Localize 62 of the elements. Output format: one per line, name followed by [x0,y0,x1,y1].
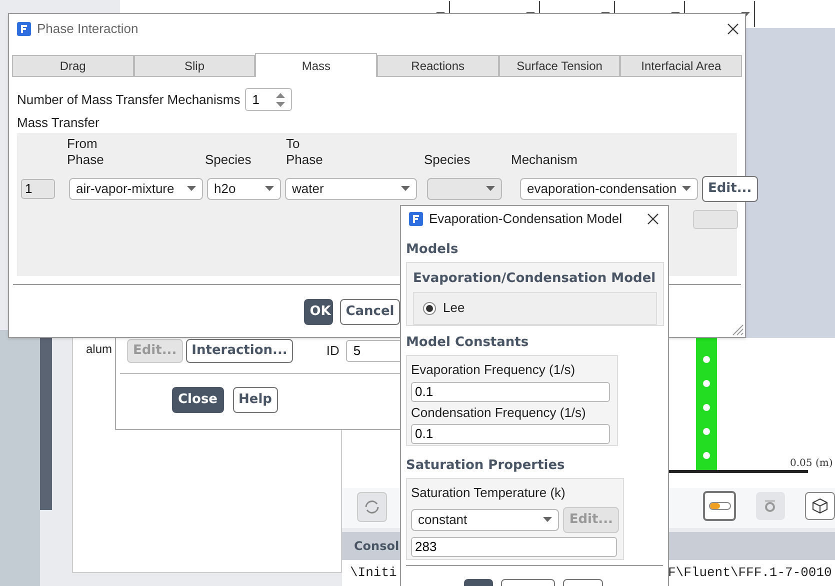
console-text: F\Fluent\FFF.1-7-0010 [668,564,832,582]
tab[interactable]: Drag [12,55,134,77]
radio-button[interactable] [423,302,436,314]
window-title: Phase Interaction [37,20,138,38]
tree-item[interactable]: alum [86,340,112,358]
dropdown[interactable]: water [285,178,417,200]
caret-icon [265,186,274,191]
input-field[interactable]: 283 [411,536,617,557]
slider-icon [708,502,730,510]
caret-icon [543,517,552,522]
app-logo-icon [17,22,31,36]
radio-option[interactable]: Lee [423,298,465,318]
column-header: From Phase [67,136,104,168]
row-index: 1 [21,178,55,198]
tab[interactable]: Interfacial Area [620,55,742,77]
column-header: Species [205,152,252,168]
refresh-button[interactable] [357,492,387,522]
column-header: Species [424,152,470,168]
section-heading: Model Constants [406,334,529,352]
dropdown[interactable]: constant [411,508,560,531]
close-icon[interactable] [647,212,659,225]
field-label: Evaporation Frequency (1/s) [411,361,576,379]
edit-button[interactable]: Edit... [702,176,758,202]
cube-icon [812,498,828,514]
section-heading: Models [406,240,458,258]
input-field[interactable]: 0.1 [411,424,610,444]
column-header: Mechanism [511,152,578,168]
app-logo-icon [409,212,423,226]
section-heading: Saturation Properties [406,456,565,475]
dropdown[interactable]: h2o [207,178,281,200]
tab[interactable]: Slip [134,55,256,77]
tab[interactable]: Mass [255,53,378,77]
field-label: Condensation Frequency (1/s) [411,404,586,422]
toolbar-button[interactable] [805,492,835,520]
close-icon[interactable] [727,23,739,35]
console-text: \Initi [350,564,397,582]
window-title: Evaporation-Condensation Model [429,210,622,228]
tab[interactable]: Reactions [377,55,499,77]
input-field[interactable]: 0.1 [411,382,610,402]
dialog-button[interactable]: Interaction... [186,339,294,363]
dropdown[interactable]: evaporation-condensation [520,178,698,200]
section-label: Mass Transfer [16,114,100,132]
field-label: Saturation Temperature (k) [411,484,566,502]
help-button[interactable]: Help [232,387,278,413]
refresh-icon [363,498,381,516]
field-label: ID [326,342,340,360]
column-header: To Phase [286,136,323,168]
tab[interactable]: Surface Tension [498,55,620,77]
close-button[interactable]: Close [172,387,224,413]
ok-button[interactable]: OK [304,298,333,324]
dropdown[interactable]: air-vapor-mixture [69,178,203,200]
caret-icon [682,186,691,191]
number-spinner[interactable]: 1 [245,88,292,111]
caret-icon [401,186,410,191]
field-label: Number of Mass Transfer Mechanisms [17,90,240,109]
group-title: Evaporation/Condensation Model [413,270,656,288]
scale-label: 0.05 (m) [790,457,833,471]
spinner-arrows-icon [276,92,286,108]
caret-icon [187,186,196,191]
resize-grip-icon[interactable] [730,322,744,336]
cancel-button[interactable]: Cancel [340,298,400,324]
caret-icon [486,186,495,191]
